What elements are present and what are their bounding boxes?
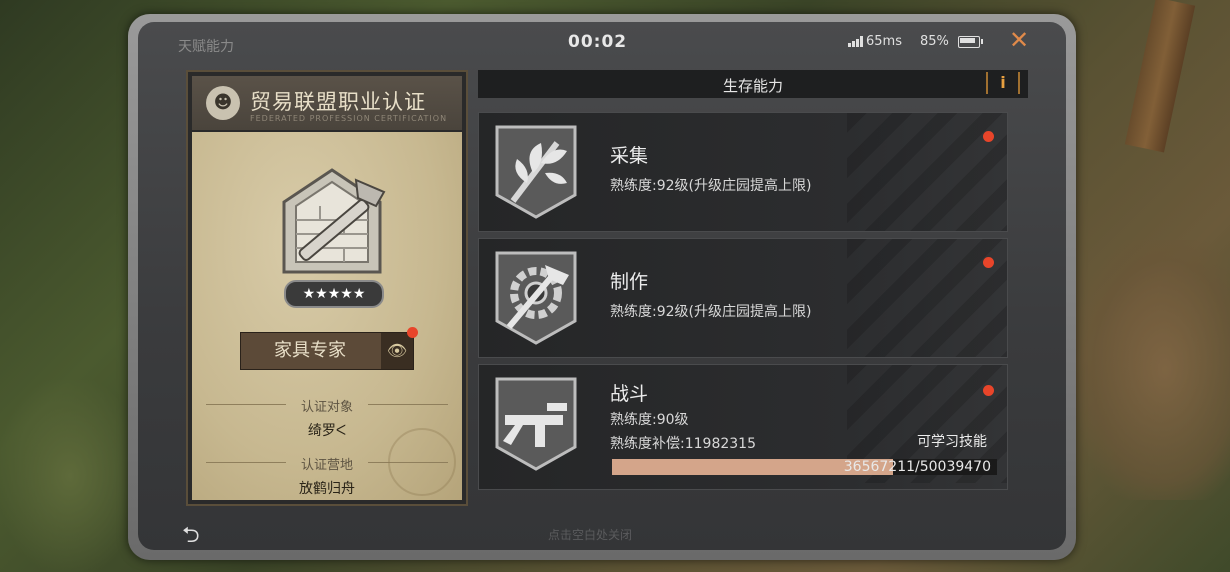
eye-icon[interactable]: 👁 xyxy=(381,333,413,369)
skill-proficiency: 熟练度:92级(升级庄园提高上限) xyxy=(610,178,812,194)
notification-dot xyxy=(407,327,418,338)
card-decoration xyxy=(847,239,1007,357)
status-bar: 天赋能力 00:02 65ms 85% ✕ xyxy=(138,22,1066,62)
learnable-skill-link[interactable]: 可学习技能 xyxy=(917,431,987,451)
battery-percent: 85% xyxy=(920,34,949,49)
target-label: 认证对象 xyxy=(300,400,353,415)
ping-value: 65ms xyxy=(866,34,902,49)
background-foliage xyxy=(0,380,140,572)
device-frame: 天赋能力 00:02 65ms 85% ✕ ☻ 贸易联盟职业认证 FEDERAT… xyxy=(128,14,1076,560)
background-terrain xyxy=(1080,240,1230,500)
signal-icon xyxy=(848,36,863,47)
progress-text: 36567211/50039470 xyxy=(843,459,991,475)
skill-proficiency: 熟练度:90级 xyxy=(610,412,689,428)
proficiency-progress-bar: 36567211/50039470 xyxy=(612,459,997,475)
card-decoration xyxy=(847,113,1007,231)
certification-title: 贸易联盟职业认证 xyxy=(250,90,426,114)
notification-dot xyxy=(983,385,994,396)
rank-label: 家具专家 xyxy=(274,340,346,361)
certification-subtitle: FEDERATED PROFESSION CERTIFICATION xyxy=(250,114,448,123)
skill-proficiency: 熟练度:92级(升级庄园提高上限) xyxy=(610,304,812,320)
section-title: 生存能力 xyxy=(722,77,783,95)
certification-header: ☻ 贸易联盟职业认证 FEDERATED PROFESSION CERTIFIC… xyxy=(192,76,462,130)
close-hint: 点击空白处关闭 xyxy=(548,528,633,542)
stamp-icon xyxy=(388,428,456,496)
skill-name: 制作 xyxy=(610,271,649,293)
battery-icon xyxy=(958,36,983,48)
certification-body: ★★★★★ 家具专家 👁 认证对象 绮罗ᐸ 认证营地 放鹤归舟 xyxy=(192,132,462,500)
league-logo-icon: ☻ xyxy=(206,86,240,120)
combat-icon xyxy=(495,377,577,471)
section-header: 生存能力 i xyxy=(478,70,1028,98)
notification-dot xyxy=(983,131,994,142)
notification-dot xyxy=(983,257,994,268)
skill-name: 战斗 xyxy=(610,383,649,405)
skill-card-crafting[interactable]: 制作 熟练度:92级(升级庄园提高上限) xyxy=(478,238,1008,358)
timer: 00:02 xyxy=(568,32,628,52)
talent-panel: 天赋能力 00:02 65ms 85% ✕ ☻ 贸易联盟职业认证 FEDERAT… xyxy=(138,22,1066,550)
back-icon[interactable]: ⮌ xyxy=(182,518,200,550)
info-button[interactable]: i xyxy=(986,72,1020,94)
background-tree xyxy=(1124,0,1196,153)
certification-card: ☻ 贸易联盟职业认证 FEDERATED PROFESSION CERTIFIC… xyxy=(186,70,468,506)
crafting-icon xyxy=(495,251,577,345)
furniture-badge-icon xyxy=(282,168,386,274)
skill-card-combat[interactable]: 战斗 熟练度:90级 熟练度补偿:11982315 可学习技能 36567211… xyxy=(478,364,1008,490)
skill-compensation: 熟练度补偿:11982315 xyxy=(610,436,756,452)
star-rating: ★★★★★ xyxy=(284,280,384,308)
close-icon[interactable]: ✕ xyxy=(1009,26,1029,54)
rank-button[interactable]: 家具专家 👁 xyxy=(240,327,418,370)
skill-card-gathering[interactable]: 采集 熟练度:92级(升级庄园提高上限) xyxy=(478,112,1008,232)
gathering-icon xyxy=(495,125,577,219)
skill-name: 采集 xyxy=(610,145,649,167)
panel-title: 天赋能力 xyxy=(178,39,234,55)
